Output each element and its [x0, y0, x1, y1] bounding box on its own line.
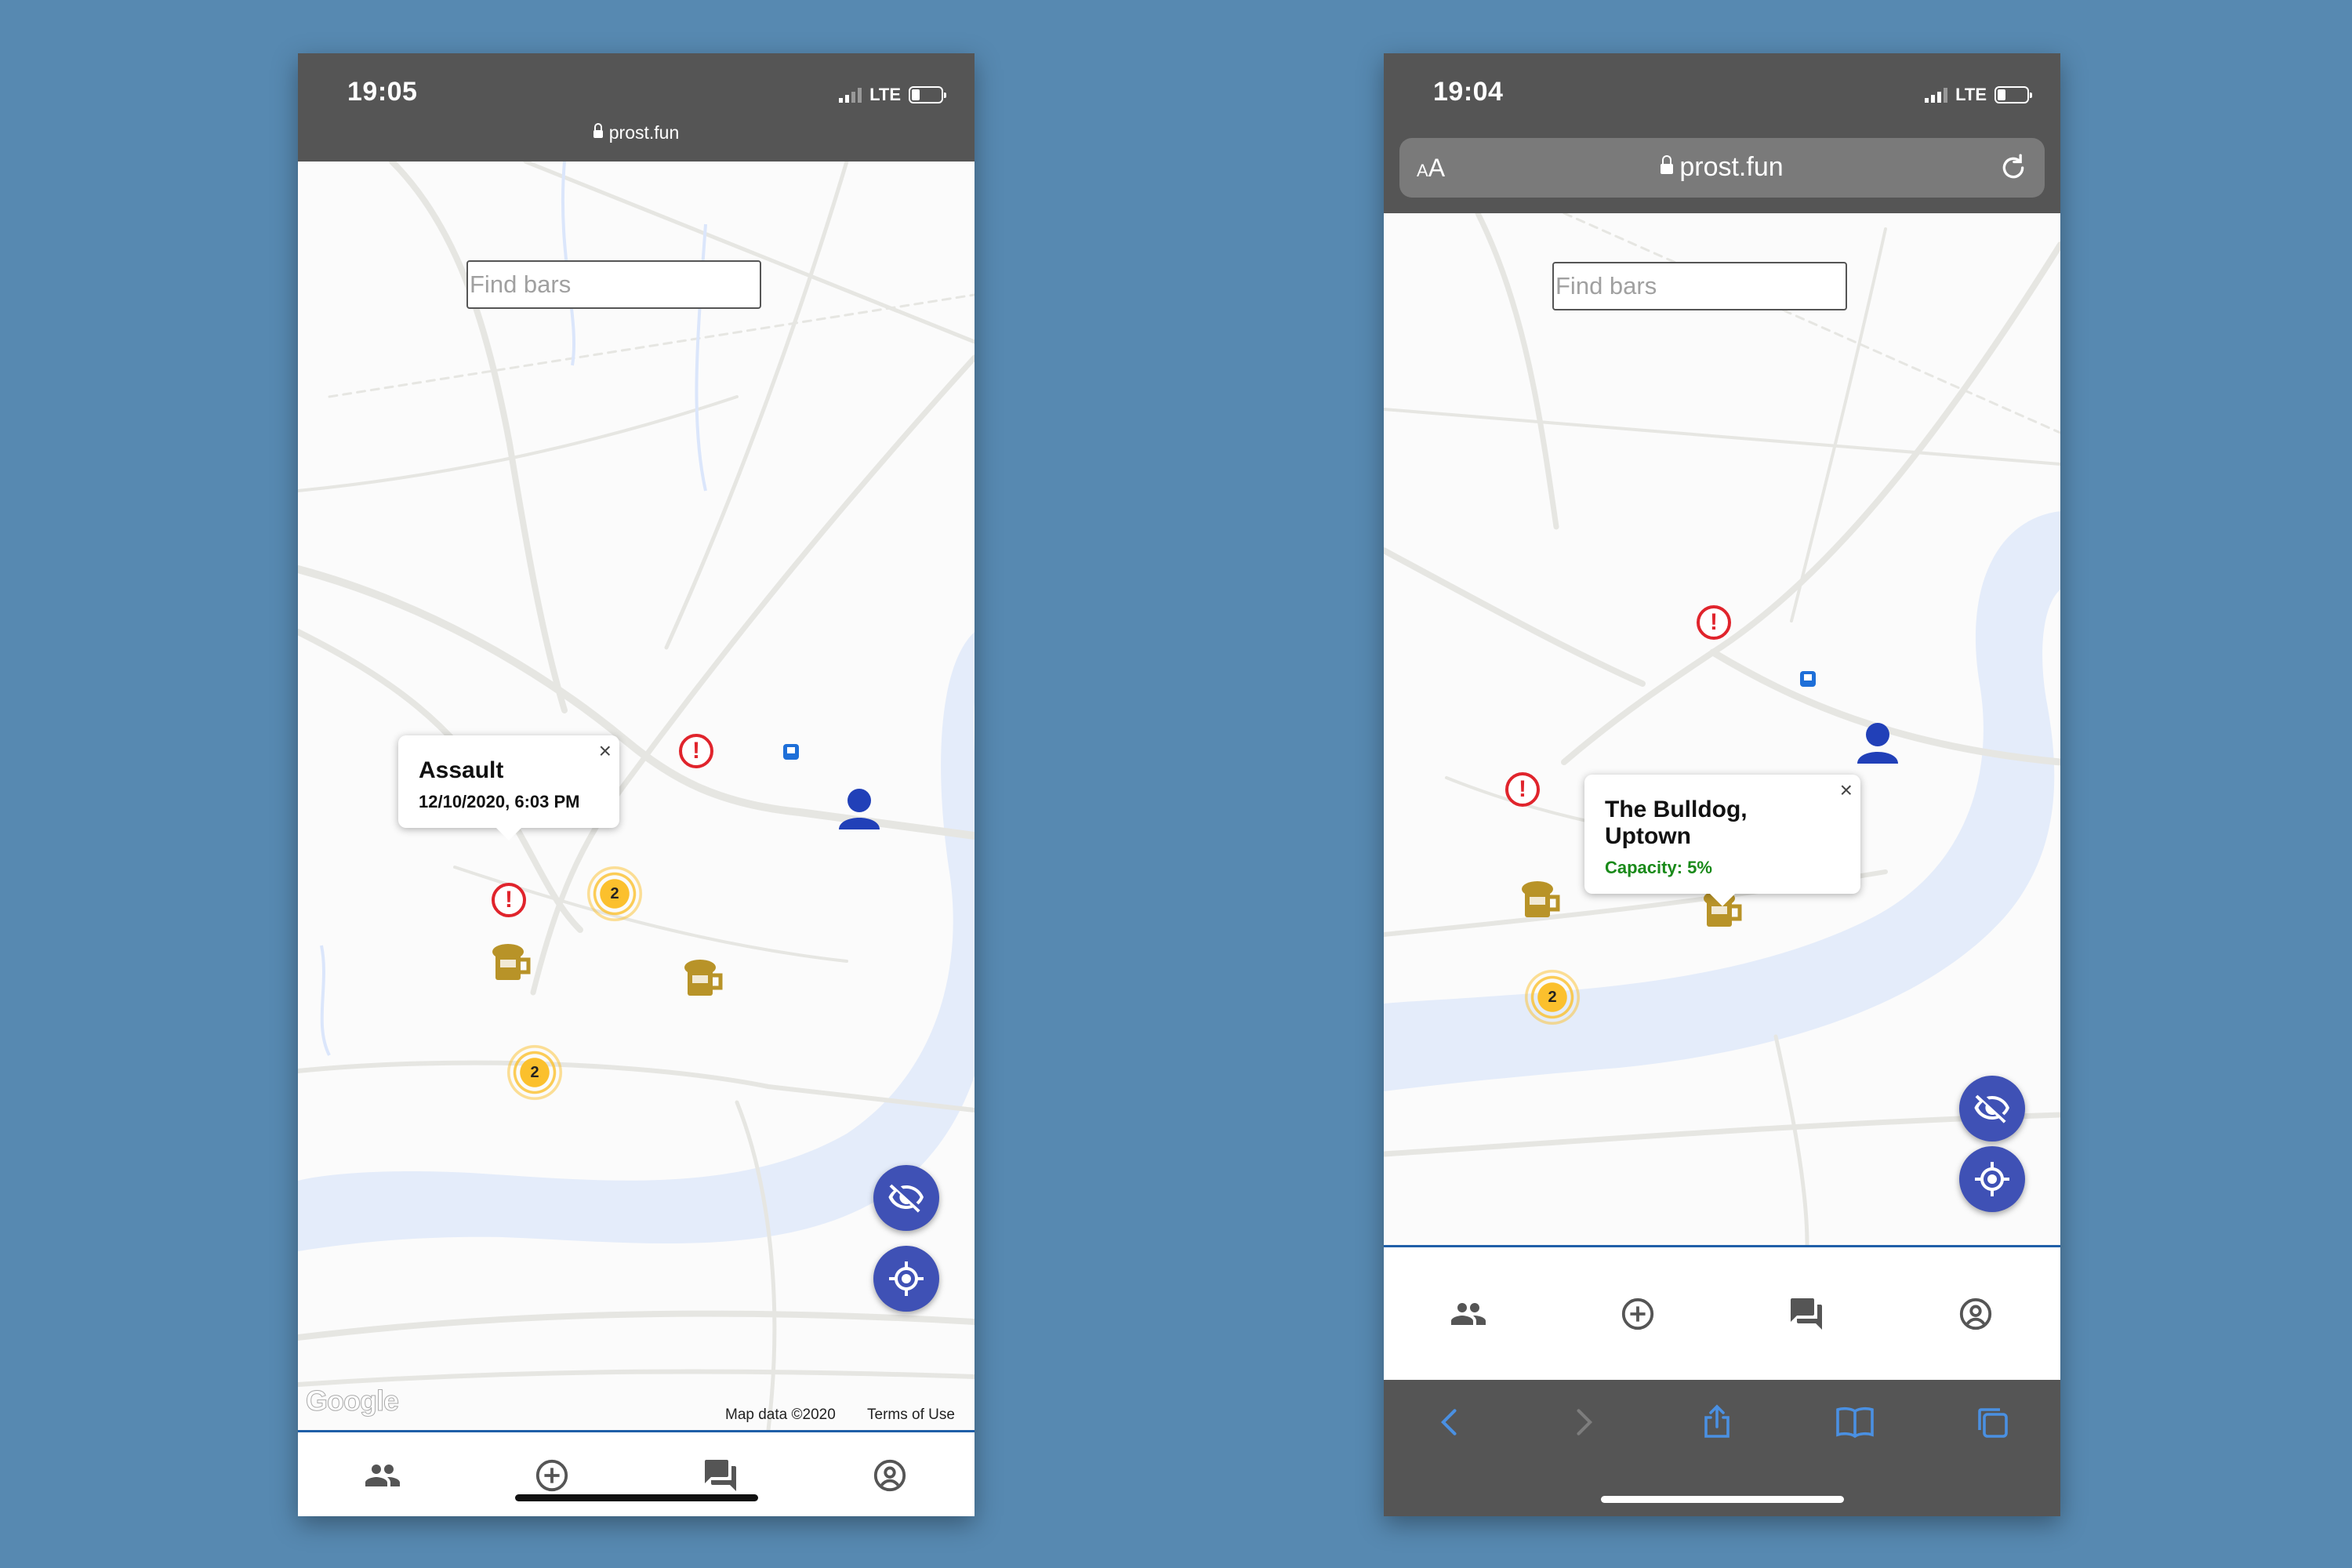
terms-of-use-link[interactable]: Terms of Use [867, 1406, 955, 1424]
forward-button[interactable] [1566, 1405, 1600, 1443]
people-icon [365, 1465, 400, 1486]
incident-marker[interactable]: ! [1697, 605, 1731, 640]
battery-icon [909, 86, 946, 103]
bookmarks-button[interactable] [1835, 1403, 1875, 1445]
phone-screen-left: 19:05 LTE prost.fun Find bars ! ! 2 2 As… [298, 53, 975, 1516]
cluster-count: 2 [530, 1063, 539, 1081]
bottom-nav [1384, 1245, 2060, 1381]
bar-cluster-marker[interactable]: 2 [495, 1033, 574, 1112]
status-bar: 19:04 LTE AA prost.fun [1384, 53, 2060, 213]
status-time: 19:04 [1433, 77, 1504, 107]
lock-icon [1661, 154, 1674, 174]
network-label: LTE [1955, 85, 1987, 104]
bar-cluster-marker[interactable]: 2 [575, 855, 654, 933]
bottom-nav [298, 1430, 975, 1516]
chat-icon [1791, 1298, 1823, 1330]
google-logo: Google [306, 1385, 400, 1417]
cluster-count: 2 [1548, 988, 1557, 1006]
cluster-count: 2 [610, 884, 619, 902]
add-circle-icon [535, 1459, 568, 1492]
find-bars-input[interactable] [466, 260, 761, 309]
nav-add-button[interactable] [528, 1452, 575, 1499]
crosshair-icon [1975, 1162, 2009, 1196]
toggle-visibility-button[interactable] [873, 1165, 939, 1231]
user-location-icon [839, 789, 880, 829]
back-button[interactable] [1433, 1405, 1468, 1443]
nav-account-button[interactable] [866, 1452, 913, 1499]
forward-icon [1577, 1409, 1593, 1436]
bar-popup: The Bulldog, Uptown Capacity: 5% × [1584, 775, 1860, 906]
account-circle-icon [1960, 1298, 1992, 1330]
url-label[interactable]: prost.fun [298, 122, 975, 143]
my-location-button[interactable] [873, 1246, 939, 1312]
status-time: 19:05 [347, 77, 418, 107]
popup-close-button[interactable]: × [1840, 779, 1853, 801]
chat-icon [705, 1460, 737, 1491]
incident-marker[interactable]: ! [1505, 772, 1540, 807]
address-bar[interactable]: AA prost.fun [1399, 138, 2045, 198]
popup-title: Assault [419, 757, 504, 783]
add-circle-icon [1621, 1298, 1653, 1330]
map-data-label: Map data ©2020 [725, 1406, 836, 1423]
popup-title: The Bulldog, Uptown [1605, 797, 1748, 849]
status-bar: 19:05 LTE prost.fun [298, 53, 975, 162]
reload-icon [2002, 154, 2024, 179]
nav-people-button[interactable] [1445, 1290, 1492, 1338]
back-icon [1440, 1409, 1457, 1436]
incident-popup: Assault 12/10/2020, 6:03 PM × [398, 735, 619, 840]
url-text: prost.fun [608, 122, 680, 143]
nav-people-button[interactable] [359, 1452, 406, 1499]
status-indicators: LTE [839, 85, 946, 105]
nav-chat-button[interactable] [697, 1452, 744, 1499]
bookmarks-icon [1836, 1406, 1874, 1439]
home-indicator [1600, 1496, 1844, 1503]
nav-account-button[interactable] [1952, 1290, 1999, 1338]
network-label: LTE [869, 85, 901, 104]
popup-capacity: Capacity: 5% [1605, 858, 1712, 877]
lock-icon [593, 122, 603, 138]
incident-marker[interactable]: ! [679, 734, 713, 768]
phone-screen-right: 19:04 LTE AA prost.fun Find bars ! ! 2 T… [1384, 53, 2060, 1516]
nav-chat-button[interactable] [1783, 1290, 1830, 1338]
map-view[interactable]: ! ! 2 2 The Bulldog, Uptown Capacity: 5%… [1384, 213, 2060, 1245]
eye-off-icon [1974, 1094, 2009, 1123]
nav-add-button[interactable] [1614, 1290, 1661, 1338]
map-base [1384, 213, 2060, 1245]
url-text: prost.fun [1679, 152, 1784, 182]
status-indicators: LTE [1925, 85, 2032, 105]
map-view[interactable]: ! ! 2 2 Assault 12/10/2020, 6:03 PM × Go… [298, 162, 975, 1430]
my-location-button[interactable] [1959, 1146, 2025, 1212]
incident-marker[interactable]: ! [492, 883, 526, 917]
share-icon [1704, 1404, 1730, 1438]
home-indicator [514, 1494, 758, 1501]
share-button[interactable] [1698, 1403, 1736, 1445]
reload-button[interactable] [1998, 152, 2029, 187]
battery-icon [1994, 86, 2032, 103]
bar-cluster-marker[interactable]: 2 [1513, 958, 1592, 1036]
toggle-visibility-button[interactable] [1959, 1076, 2025, 1142]
eye-off-icon [888, 1184, 924, 1213]
signal-icon [1925, 87, 1948, 103]
signal-icon [839, 87, 862, 103]
popup-close-button[interactable]: × [599, 740, 612, 762]
tabs-icon [1978, 1408, 2009, 1438]
account-circle-icon [874, 1459, 906, 1492]
crosshair-icon [889, 1261, 924, 1296]
tabs-button[interactable] [1973, 1403, 2011, 1445]
people-icon [1450, 1303, 1486, 1325]
popup-subtitle: 12/10/2020, 6:03 PM [419, 792, 580, 811]
url-label[interactable]: prost.fun [1399, 152, 2045, 183]
safari-toolbar [1384, 1380, 2060, 1516]
find-bars-input[interactable] [1552, 262, 1847, 310]
